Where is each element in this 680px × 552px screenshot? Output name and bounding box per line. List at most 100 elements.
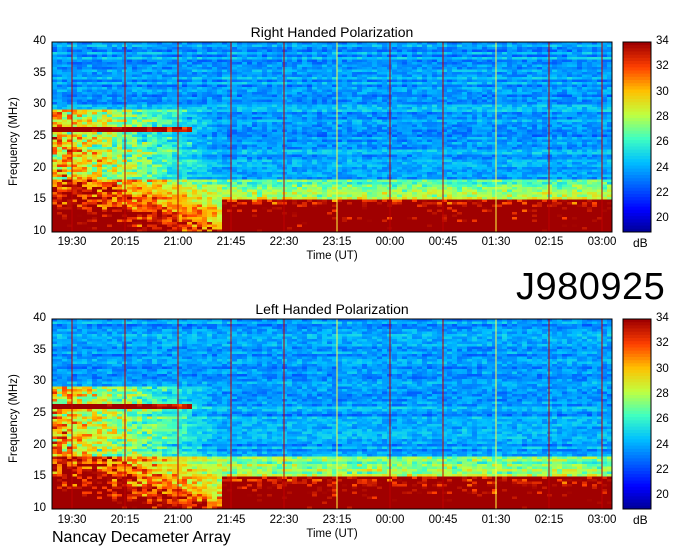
x-tick-label: 21:45 [216, 236, 246, 248]
colorbar-segment [623, 219, 651, 223]
colorbar-segment [623, 490, 651, 494]
colorbar-segment [623, 388, 651, 393]
y-tick-label: 10 [33, 502, 46, 514]
colorbar-segment [623, 80, 651, 84]
colorbar-segment [623, 357, 651, 361]
x-tick-label: 00:00 [375, 514, 405, 526]
y-tick-label: 25 [33, 130, 46, 142]
x-tick-label: 23:15 [322, 514, 352, 526]
colorbar-segment [623, 385, 651, 390]
colorbar-tick-label: 34 [656, 35, 669, 47]
colorbar-segment [623, 64, 651, 68]
colorbar-segment [623, 480, 651, 485]
colorbar-segment [623, 146, 651, 151]
colorbar-segment [623, 133, 651, 138]
colorbar-tick-label: 20 [656, 489, 669, 502]
colorbar-segment [623, 486, 651, 491]
colorbar-segment [623, 57, 651, 62]
colorbar-segment [623, 363, 651, 367]
bottom-y-axis-label: Frequency (MHz) [8, 374, 20, 463]
colorbar-segment [623, 439, 651, 443]
bottom-panel-title: Left Handed Polarization [255, 301, 409, 317]
x-tick-label: 19:30 [57, 236, 87, 248]
colorbar-segment [623, 429, 651, 434]
top-spectrogram [51, 41, 613, 233]
colorbar-segment [623, 105, 651, 109]
y-tick-label: 40 [33, 35, 46, 47]
x-tick-label: 03:00 [587, 514, 617, 526]
colorbar-segment [623, 417, 651, 421]
colorbar-tick-label: 28 [656, 111, 669, 123]
x-tick-label: 19:30 [57, 514, 87, 526]
colorbar-segment [623, 206, 651, 211]
colorbar-segment [623, 379, 651, 383]
colorbar-tick-label: 22 [656, 464, 669, 476]
bottom-x-axis-label: Time (UT) [306, 528, 358, 540]
top-colorbar [622, 41, 652, 233]
colorbar-segment [623, 410, 651, 415]
colorbar-segment [623, 162, 651, 166]
colorbar-segment [623, 398, 651, 402]
top-panel-title: Right Handed Polarization [250, 24, 414, 40]
colorbar-segment [623, 165, 651, 170]
colorbar-tick-label: 26 [656, 413, 669, 426]
colorbar-segment [623, 152, 651, 157]
colorbar-segment [623, 89, 651, 94]
colorbar-segment [623, 426, 651, 431]
x-tick-label: 00:45 [428, 514, 458, 526]
colorbar-segment [623, 350, 651, 355]
colorbar-segment [623, 130, 651, 135]
colorbar-segment [623, 70, 651, 75]
y-tick-label: 30 [33, 375, 46, 388]
bottom-colorbar-unit: dB [633, 513, 648, 527]
colorbar-tick-label: 28 [656, 388, 669, 400]
colorbar-segment [623, 344, 651, 348]
colorbar-segment [623, 448, 651, 453]
x-tick-label: 20:15 [110, 236, 140, 248]
colorbar-segment [623, 401, 651, 405]
colorbar-segment [623, 111, 651, 116]
colorbar-segment [623, 92, 651, 97]
colorbar-tick-label: 26 [656, 136, 669, 149]
colorbar-segment [623, 99, 651, 103]
y-tick-label: 35 [33, 343, 46, 356]
colorbar-segment [623, 108, 651, 113]
colorbar-tick-label: 24 [656, 438, 669, 451]
colorbar-segment [623, 347, 651, 352]
y-tick-label: 20 [33, 438, 46, 451]
colorbar-segment [623, 83, 651, 87]
y-tick-label: 15 [33, 470, 46, 483]
colorbar-segment [623, 499, 651, 504]
colorbar-segment [623, 502, 651, 507]
colorbar-segment [623, 483, 651, 488]
y-tick-label: 40 [33, 312, 46, 324]
x-tick-label: 20:15 [110, 514, 140, 526]
colorbar-segment [623, 171, 651, 176]
bottom-spectrogram [51, 318, 613, 510]
colorbar-tick-label: 30 [656, 85, 669, 98]
x-tick-label: 01:30 [481, 236, 511, 248]
colorbar-segment [623, 414, 651, 418]
colorbar-segment [623, 325, 651, 329]
colorbar-segment [623, 493, 651, 497]
colorbar-segment [623, 442, 651, 447]
colorbar-segment [623, 114, 651, 119]
y-tick-label: 30 [33, 98, 46, 111]
colorbar-segment [623, 216, 651, 220]
colorbar-segment [623, 213, 651, 217]
colorbar-segment [623, 200, 651, 204]
colorbar-segment [623, 95, 651, 100]
colorbar-segment [623, 203, 651, 208]
colorbar-segment [623, 61, 651, 65]
colorbar-segment [623, 452, 651, 456]
colorbar-segment [623, 423, 651, 428]
colorbar-segment [623, 372, 651, 377]
colorbar-segment [623, 159, 651, 163]
y-tick-label: 35 [33, 66, 46, 79]
y-tick-label: 10 [33, 225, 46, 237]
colorbar-segment [623, 458, 651, 462]
x-tick-label: 22:30 [269, 236, 299, 248]
colorbar-segment [623, 331, 651, 336]
y-tick-label: 15 [33, 193, 46, 206]
colorbar-segment [623, 471, 651, 475]
